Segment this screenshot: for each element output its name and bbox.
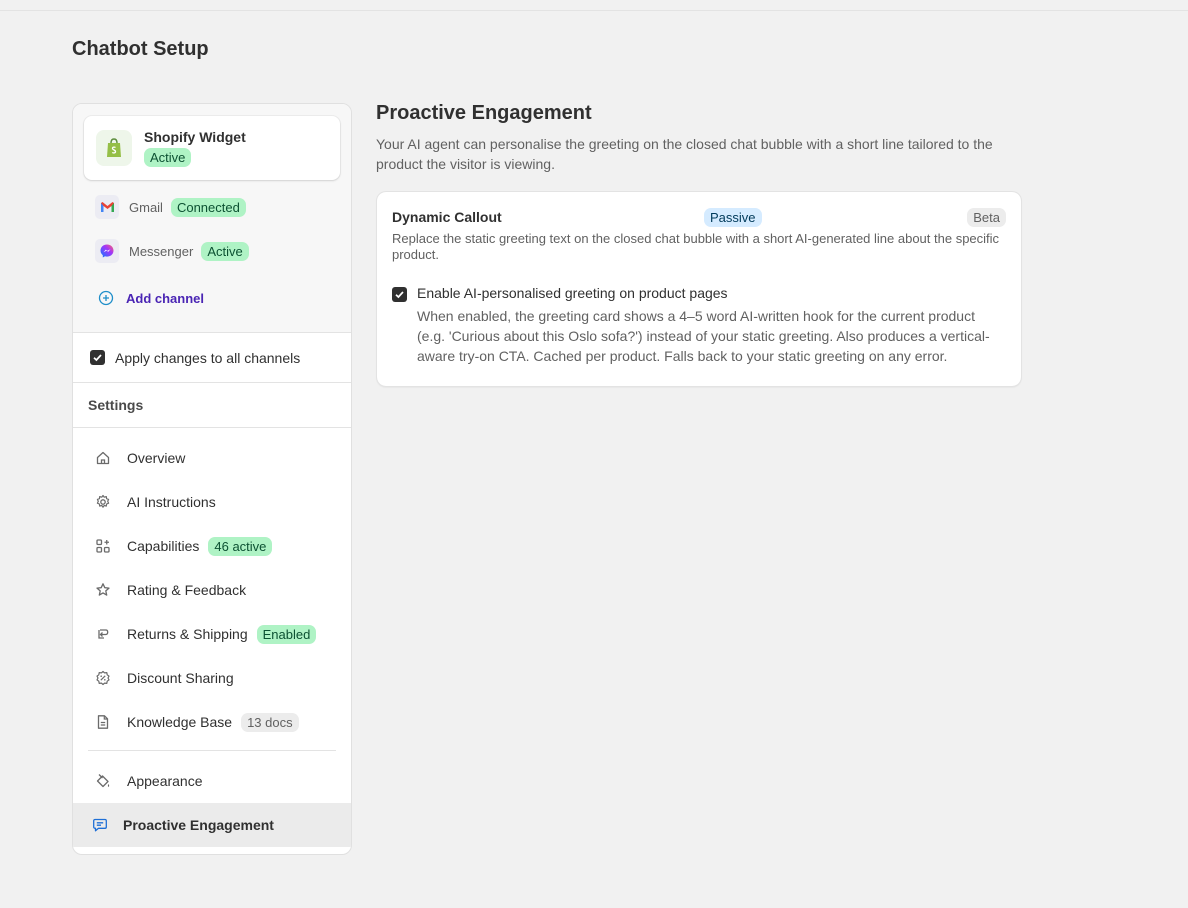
status-badge: Active [201,241,249,261]
count-badge: 13 docs [241,712,299,732]
check-icon [93,354,102,362]
dynamic-callout-card: Dynamic Callout Passive Beta Replace the… [376,191,1022,387]
beta-badge: Beta [967,208,1006,227]
nav-item-knowledge-base[interactable]: Knowledge Base 13 docs [73,700,351,744]
messenger-icon [95,239,119,263]
channel-list: Shopify Widget Active Gmail Connected Me… [73,104,351,333]
channel-name: Gmail [129,199,163,215]
nav-item-label: Returns & Shipping [127,626,248,642]
nav-item-label: Proactive Engagement [123,817,274,833]
shopify-icon [96,130,132,166]
ai-greeting-option: Enable AI-personalised greeting on produ… [392,285,1006,366]
status-badge: Active [144,148,192,167]
section-title: Proactive Engagement [376,102,592,124]
gear-icon [95,494,111,510]
section-description: Your AI agent can personalise the greeti… [376,136,993,172]
count-badge: 46 active [208,536,273,556]
chat-icon [92,817,108,833]
page-title: Chatbot Setup [72,38,209,60]
settings-heading: Settings [73,383,351,428]
star-icon [95,582,111,598]
check-icon [395,291,404,299]
status-badge: Connected [170,197,246,217]
ai-greeting-description: When enabled, the greeting card shows a … [417,308,990,364]
apply-all-label: Apply changes to all channels [115,349,301,366]
ai-greeting-checkbox[interactable] [392,287,407,302]
apply-all-checkbox[interactable] [90,350,105,365]
nav-divider [88,750,336,751]
nav-item-ai-instructions[interactable]: AI Instructions [73,480,351,524]
document-icon [95,714,111,730]
nav-item-label: Knowledge Base [127,714,233,730]
channel-gmail[interactable]: Gmail Connected [84,185,340,229]
apps-icon [95,538,111,554]
channel-name: Messenger [129,243,194,259]
card-title: Dynamic Callout [392,209,502,225]
nav-item-label: Discount Sharing [127,670,234,686]
gmail-icon [95,195,119,219]
nav-item-returns-shipping[interactable]: Returns & Shipping Enabled [73,612,351,656]
nav-item-label: Capabilities [127,538,200,554]
add-channel-label: Add channel [126,290,205,306]
home-icon [95,450,111,466]
return-icon [95,626,111,642]
nav-item-appearance[interactable]: Appearance [73,759,351,803]
status-badge: Enabled [256,624,317,644]
nav-item-rating-feedback[interactable]: Rating & Feedback [73,568,351,612]
nav-item-discount-sharing[interactable]: Discount Sharing [73,656,351,700]
ai-greeting-label[interactable]: Enable AI-personalised greeting on produ… [417,285,997,301]
card-description: Replace the static greeting text on the … [392,231,1000,262]
nav-item-proactive-engagement[interactable]: Proactive Engagement [73,803,351,847]
settings-nav: Overview AI Instructions Capabilities 46… [73,428,351,847]
channel-messenger[interactable]: Messenger Active [84,229,340,273]
channel-name: Shopify Widget [144,129,246,145]
nav-item-capabilities[interactable]: Capabilities 46 active [73,524,351,568]
plus-circle-icon [98,290,114,306]
add-channel-button[interactable]: Add channel [84,273,340,323]
discount-icon [95,670,111,686]
top-divider [0,10,1188,11]
sidebar: Shopify Widget Active Gmail Connected Me… [72,103,352,855]
paint-icon [95,773,111,789]
nav-item-label: Appearance [127,773,203,789]
main-content: Proactive Engagement Your AI agent can p… [376,102,1022,387]
nav-item-label: Rating & Feedback [127,582,247,598]
nav-item-label: AI Instructions [127,494,216,510]
apply-all-channels-row[interactable]: Apply changes to all channels [73,333,351,383]
mode-badge: Passive [704,208,762,227]
nav-item-label: Overview [127,450,186,466]
channel-shopify-widget[interactable]: Shopify Widget Active [84,116,340,180]
nav-item-overview[interactable]: Overview [73,436,351,480]
